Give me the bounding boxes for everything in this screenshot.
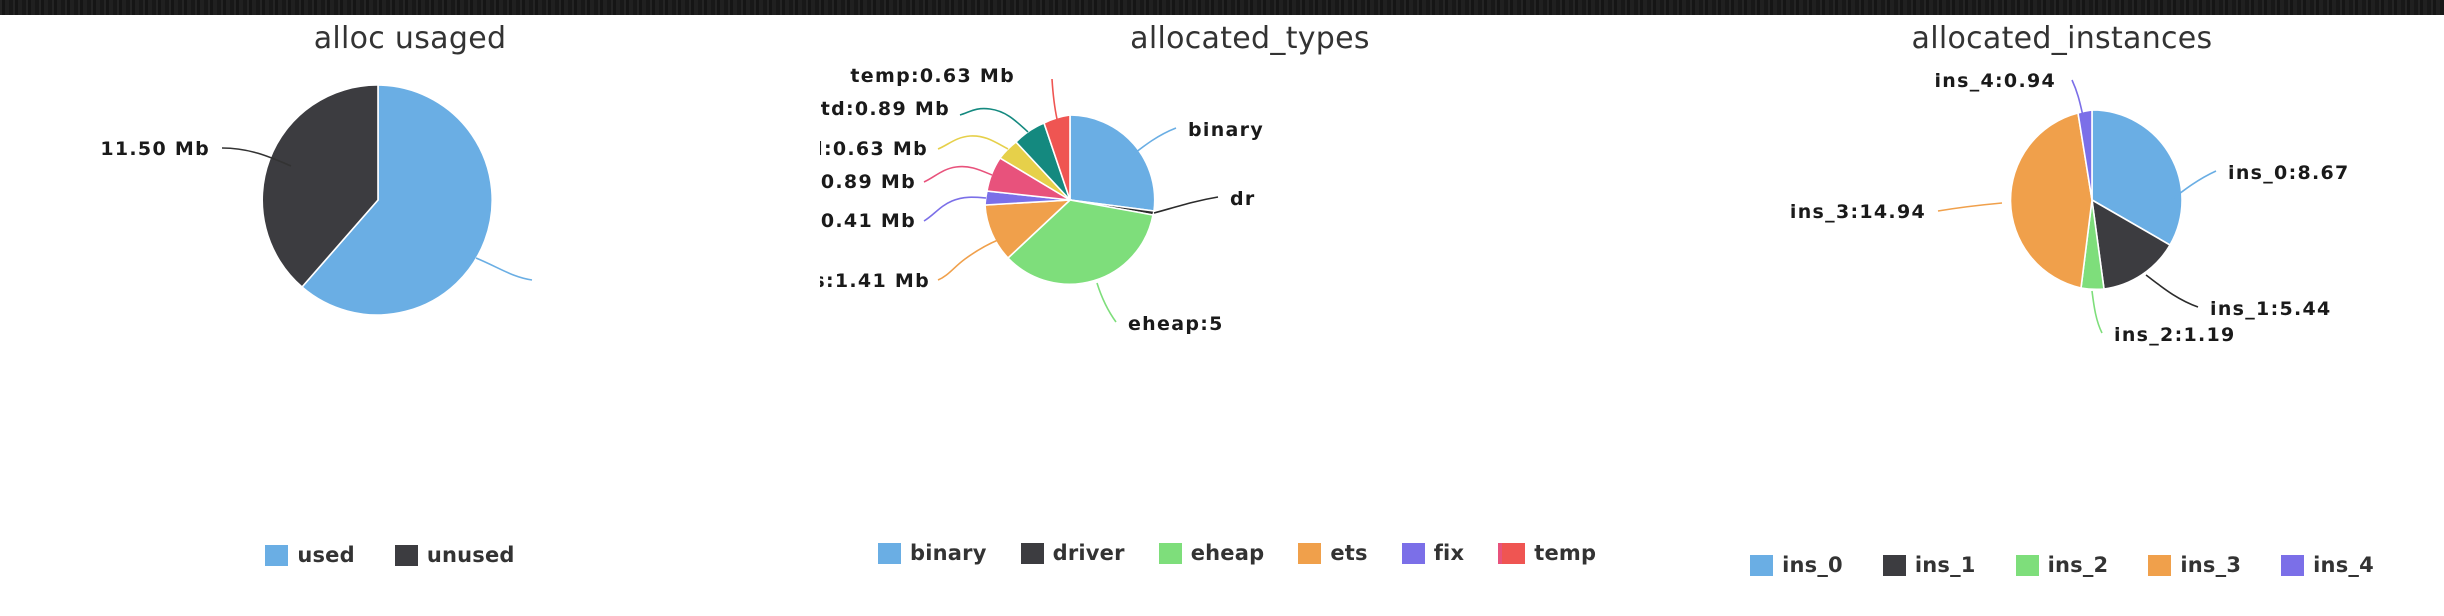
callout-label-driver: dr <box>1230 188 1256 210</box>
legend-item-ins-0[interactable]: ins_0 <box>1750 552 1843 578</box>
chart-panel-allocated-instances: allocated_instances ins_4:0.94 ins_0:8.6… <box>1680 15 2444 616</box>
legend-swatch-ins-0 <box>1750 554 1774 576</box>
legend-label-ins-3: ins_3 <box>2180 553 2242 577</box>
leader-line-ins-3 <box>1937 202 2003 212</box>
leader-line-sl <box>937 135 1009 150</box>
legend-swatch-used <box>265 544 289 566</box>
pie-chart-allocated-types: temp:0.63 Mb std:0.89 Mb sl:0.63 Mb ll:0… <box>820 15 1680 616</box>
legend-item-binary[interactable]: binary <box>878 540 987 566</box>
dashboard-root: alloc usaged 11.50 Mb used unused alloca… <box>0 0 2444 616</box>
legend-swatch-temp <box>1502 542 1526 564</box>
legend-label-binary: binary <box>910 541 987 565</box>
legend-label-ins-1: ins_1 <box>1914 553 1976 577</box>
leader-line-eheap <box>1096 282 1117 323</box>
legend-label-ets: ets <box>1330 541 1368 565</box>
legend-item-ins-4[interactable]: ins_4 <box>2281 552 2374 578</box>
legend-swatch-fix <box>1401 542 1425 564</box>
callout-label-ins-3: ins_3:14.94 <box>1790 201 1926 223</box>
callout-label-std: std:0.89 Mb <box>820 98 950 120</box>
legend-allocated-types: binary driver eheap ets fix temp <box>820 536 1680 598</box>
legend-label-temp: temp <box>1534 541 1597 565</box>
callout-label-ll: ll:0.89 Mb <box>820 171 916 193</box>
leader-line-ins-2 <box>2091 290 2103 334</box>
legend-item-ins-1[interactable]: ins_1 <box>1882 552 1976 578</box>
legend-swatch-binary <box>878 542 901 564</box>
leader-line-ins-4 <box>2071 79 2084 117</box>
legend-swatch-unused <box>394 544 418 566</box>
leader-line-driver <box>1153 196 1219 214</box>
legend-item-unused[interactable]: unused <box>394 542 515 568</box>
legend-item-ins-3[interactable]: ins_3 <box>2148 552 2241 578</box>
legend-swatch-ins-1 <box>1882 554 1906 576</box>
legend-label-ins-0: ins_0 <box>1782 553 1843 577</box>
chart-panel-allocated-types: allocated_types temp:0.63 Mb std:0.89 Mb… <box>820 15 1680 616</box>
callout-label-ins-0: ins_0:8.67 <box>2228 162 2350 184</box>
pie-slice-binary[interactable] <box>1069 114 1156 212</box>
legend-swatch-ets <box>1298 542 1322 564</box>
legend-label-unused: unused <box>426 543 515 567</box>
legend-swatch-ins-2 <box>2015 554 2039 576</box>
legend-swatch-eheap <box>1158 542 1182 564</box>
leader-line-temp <box>1051 78 1058 120</box>
leader-line-std <box>959 107 1029 133</box>
legend-swatch-ins-4 <box>2281 554 2305 576</box>
legend-item-used[interactable]: used <box>265 542 355 568</box>
legend-item-ins-2[interactable]: ins_2 <box>2015 552 2109 578</box>
callout-label-ets: ets:1.41 Mb <box>820 270 930 292</box>
leader-line-used <box>475 257 533 281</box>
callout-label-sl: sl:0.63 Mb <box>820 138 928 160</box>
legend-item-fix[interactable]: fix <box>1401 540 1465 566</box>
legend-item-eheap[interactable]: eheap <box>1158 540 1265 566</box>
pie-chart-allocated-instances: ins_4:0.94 ins_0:8.67 ins_3:14.94 ins_1:… <box>1680 15 2444 616</box>
legend-swatch-ins-3 <box>2148 554 2172 576</box>
legend-label-eheap: eheap <box>1190 541 1265 565</box>
leader-line-ins-1 <box>2145 274 2199 308</box>
window-title-strip <box>0 0 2444 15</box>
pie-slice-ins-3[interactable] <box>2009 112 2093 289</box>
callout-label-fix: fix:0.41 Mb <box>820 210 916 232</box>
callout-label-temp: temp:0.63 Mb <box>850 65 1015 87</box>
legend-item-driver[interactable]: driver <box>1020 540 1125 566</box>
legend-alloc-usaged: used unused <box>0 538 820 582</box>
callout-label-eheap: eheap:5 <box>1128 313 1224 335</box>
callout-label-ins-4: ins_4:0.94 <box>1934 70 2056 92</box>
callout-label-ins-1: ins_1:5.44 <box>2210 298 2332 320</box>
legend-label-ins-2: ins_2 <box>2047 553 2109 577</box>
callout-label-binary: binary <box>1188 119 1264 141</box>
leader-line-ets <box>937 239 999 281</box>
legend-label-fix: fix <box>1433 541 1465 565</box>
callout-label-ins-2: ins_2:1.19 <box>2114 324 2236 346</box>
callout-label-unused: 11.50 Mb <box>100 138 210 160</box>
legend-item-temp[interactable]: temp <box>1502 540 1596 566</box>
legend-item-ets[interactable]: ets <box>1298 540 1368 566</box>
legend-allocated-instances: ins_0 ins_1 ins_2 ins_3 ins_4 <box>1680 548 2444 592</box>
legend-label-ins-4: ins_4 <box>2313 553 2374 577</box>
leader-line-ll <box>923 165 993 183</box>
legend-swatch-driver <box>1020 542 1044 564</box>
leader-line-fix <box>923 196 987 222</box>
legend-label-driver: driver <box>1052 541 1125 565</box>
legend-label-used: used <box>297 543 355 567</box>
pie-chart-alloc-usaged: 11.50 Mb <box>0 15 820 616</box>
chart-panel-alloc-usaged: alloc usaged 11.50 Mb used unused <box>0 15 820 616</box>
